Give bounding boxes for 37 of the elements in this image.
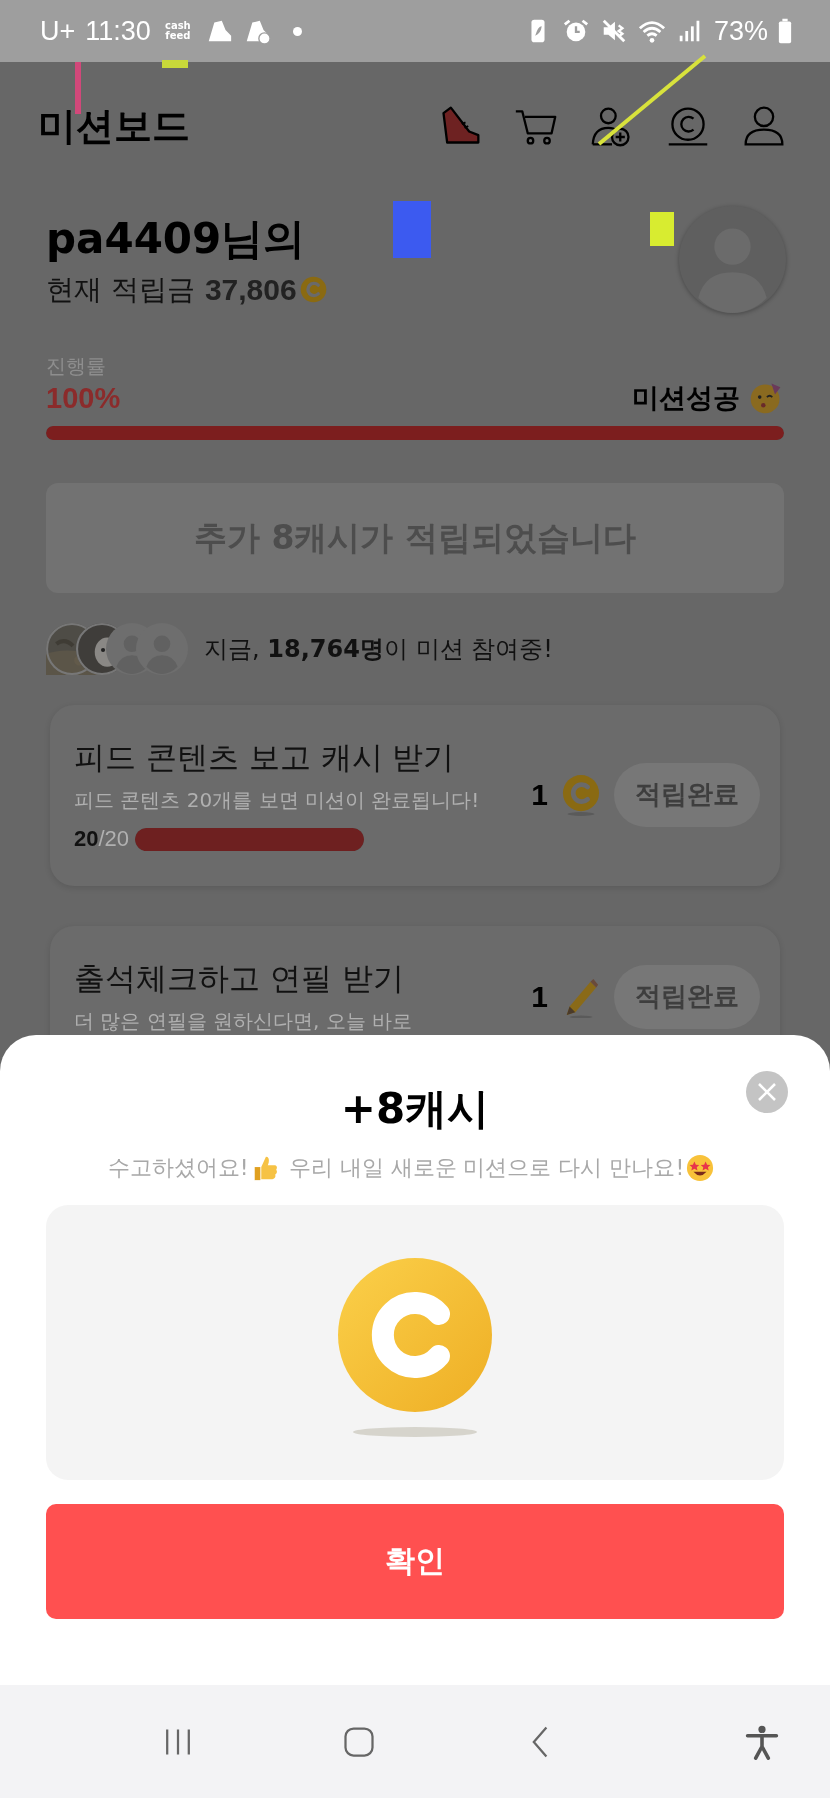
confirm-button[interactable]: 확인 — [46, 1504, 784, 1619]
carrier-label: U+ — [40, 15, 76, 47]
accessibility-icon[interactable] — [744, 1723, 780, 1760]
progress-percent: 100% — [46, 381, 121, 415]
mission-total: /20 — [98, 826, 130, 852]
claim-button[interactable]: 적립완료 — [614, 964, 760, 1029]
dialog-message: 수고하셨어요! — [107, 1154, 249, 1182]
star-eyes-face-icon — [686, 1154, 715, 1182]
coin-icon — [335, 1257, 495, 1438]
battery-percent: 73% — [713, 15, 768, 47]
user-icon[interactable] — [742, 104, 786, 148]
dialog-message: 우리 내일 새로운 미션으로 다시 만나요! — [288, 1154, 685, 1182]
mission-description: 더 많은 연필을 원하신다면, 오늘 바로 — [74, 1008, 414, 1035]
participants-text: 지금, 18,764명이 미션 참여중! — [204, 634, 553, 665]
coin-icon — [299, 276, 327, 303]
claim-button[interactable]: 적립완료 — [614, 762, 760, 827]
mission-title: 출석체크하고 연필 받기 — [74, 959, 405, 998]
balance-label: 현재 적립금 — [46, 271, 195, 308]
mission-description: 피드 콘텐츠 20개를 보면 미션이 완료됩니다! — [74, 787, 481, 814]
confetti-piece — [162, 60, 188, 68]
coin-icon[interactable] — [666, 104, 710, 148]
mission-count: 20 — [74, 826, 99, 852]
confetti-piece — [393, 201, 431, 258]
user-name: pa4409님의 — [46, 212, 307, 265]
reward-amount: 1 — [531, 777, 548, 812]
clock: 11:30 — [85, 15, 151, 47]
mission-title: 피드 콘텐츠 보고 캐시 받기 — [74, 738, 456, 777]
battery-icon — [778, 18, 792, 44]
dialog-title: +8캐시 — [340, 1083, 490, 1135]
reward-amount: 1 — [531, 979, 548, 1014]
mission-status: 미션성공 — [632, 381, 740, 415]
coin-icon — [562, 773, 600, 816]
app-notification-icon: cash feed — [160, 21, 195, 41]
page-title: 미션보드 — [38, 102, 190, 150]
balance-amount: 37,806 — [204, 272, 297, 307]
confetti-piece — [650, 212, 674, 246]
notification-dot-icon — [292, 26, 302, 36]
